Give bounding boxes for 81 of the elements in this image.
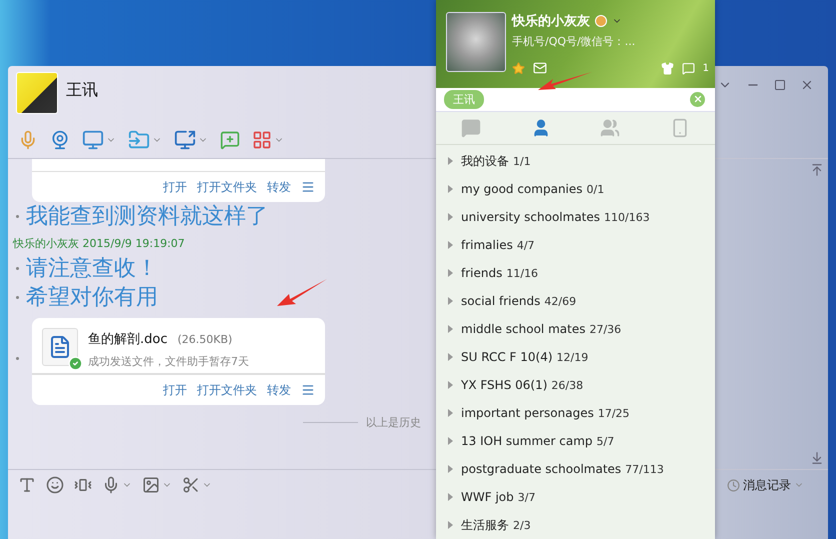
message-dot xyxy=(16,357,19,360)
maximize-icon[interactable] xyxy=(774,79,786,91)
file-action-link[interactable]: 打开文件夹 xyxy=(197,178,257,196)
expand-arrow-icon xyxy=(448,465,453,473)
expand-arrow-icon xyxy=(448,409,453,417)
contact-group[interactable]: SU RCC F 10(4) 12/19 xyxy=(436,343,715,371)
message-add-icon[interactable] xyxy=(220,130,240,150)
contact-group[interactable]: friends 11/16 xyxy=(436,259,715,287)
file-status: 成功发送文件，文件助手暂存7天 xyxy=(88,354,249,369)
contact-group[interactable]: university schoolmates 110/163 xyxy=(436,203,715,231)
message-dot xyxy=(16,296,19,299)
message-dot xyxy=(16,215,19,218)
apps-icon[interactable] xyxy=(252,130,272,150)
contact-group[interactable]: 13 IOH summer camp 5/7 xyxy=(436,427,715,455)
chat-icon xyxy=(460,118,481,138)
message-text: 我能查到测资料就这样了 xyxy=(26,203,268,231)
expand-arrow-icon xyxy=(448,381,453,389)
group-icon xyxy=(600,118,620,138)
expand-arrow-icon xyxy=(448,269,453,277)
box-icon[interactable] xyxy=(682,62,695,74)
expand-arrow-icon xyxy=(448,213,453,221)
monitor-icon[interactable] xyxy=(82,129,104,151)
shake-icon[interactable] xyxy=(74,476,92,494)
contact-group[interactable]: my good companies 0/1 xyxy=(436,175,715,203)
image-icon[interactable] xyxy=(142,476,160,494)
expand-arrow-icon xyxy=(448,241,453,249)
menu-icon[interactable] xyxy=(301,180,315,194)
history-button[interactable]: 消息记录 xyxy=(721,476,810,494)
shirt-icon[interactable] xyxy=(660,62,674,74)
contact-group[interactable]: frimalies 4/7 xyxy=(436,231,715,259)
arrow-annotation xyxy=(537,70,593,92)
expand-arrow-icon xyxy=(448,297,453,305)
contact-group[interactable]: YX FSHS 06(1) 26/38 xyxy=(436,371,715,399)
expand-arrow-icon xyxy=(448,493,453,501)
star-icon[interactable] xyxy=(512,62,525,74)
contact-group[interactable]: postgraduate schoolmates 77/113 xyxy=(436,455,715,483)
file-action-link[interactable]: 打开 xyxy=(163,382,187,398)
screen-icon[interactable] xyxy=(174,129,196,151)
expand-arrow-icon xyxy=(448,185,453,193)
file-action-link[interactable]: 转发 xyxy=(267,178,291,196)
expand-arrow-icon xyxy=(448,437,453,445)
collapse-icon[interactable] xyxy=(810,163,824,177)
voice-icon[interactable] xyxy=(102,476,120,494)
expand-arrow-icon xyxy=(448,521,453,529)
nickname: 快乐的小灰灰 xyxy=(512,12,590,30)
contact-group[interactable]: WWF job 3/7 xyxy=(436,483,715,511)
contact-group[interactable]: 我的设备 1/1 xyxy=(436,147,715,175)
expand-arrow-icon xyxy=(448,157,453,165)
close-icon[interactable] xyxy=(800,78,814,92)
avatar-image xyxy=(446,12,506,72)
status-dot[interactable] xyxy=(595,15,607,27)
expand-arrow-icon xyxy=(448,325,453,333)
expand-arrow-icon xyxy=(448,353,453,361)
folder-icon[interactable] xyxy=(128,129,150,151)
emoji-icon[interactable] xyxy=(46,476,64,494)
file-name: 鱼的解剖.doc xyxy=(88,332,168,347)
box-count: 1 xyxy=(702,62,709,74)
history-divider-text: 以上是历史 xyxy=(366,415,421,430)
file-action-link[interactable]: 打开文件夹 xyxy=(197,382,257,398)
menu-icon[interactable] xyxy=(301,383,315,397)
contact-name: 王讯 xyxy=(66,80,98,101)
sender-time: 快乐的小灰灰 2015/9/9 19:19:07 xyxy=(13,236,185,251)
contact-group[interactable]: social friends 42/69 xyxy=(436,287,715,315)
clear-icon[interactable] xyxy=(690,92,705,107)
mail-icon[interactable] xyxy=(533,61,547,75)
message-text: 请注意查收！ xyxy=(26,255,158,283)
webcam-icon[interactable] xyxy=(50,130,70,150)
font-icon[interactable] xyxy=(18,476,36,494)
arrow-annotation xyxy=(276,277,328,307)
message-dot xyxy=(16,267,19,270)
file-size: (26.50KB) xyxy=(178,333,232,346)
avatar-image xyxy=(16,72,58,114)
file-action-link[interactable]: 打开 xyxy=(163,178,187,196)
contact-group[interactable]: middle school mates 27/36 xyxy=(436,315,715,343)
contact-group[interactable]: 生活服务 2/3 xyxy=(436,511,715,539)
message-text: 希望对你有用 xyxy=(26,284,158,312)
clock-icon xyxy=(727,478,740,492)
scissors-icon[interactable] xyxy=(182,476,200,494)
expand-icon[interactable] xyxy=(810,451,824,465)
contact-group[interactable]: important personages 17/25 xyxy=(436,399,715,427)
file-action-link[interactable]: 转发 xyxy=(267,382,291,398)
